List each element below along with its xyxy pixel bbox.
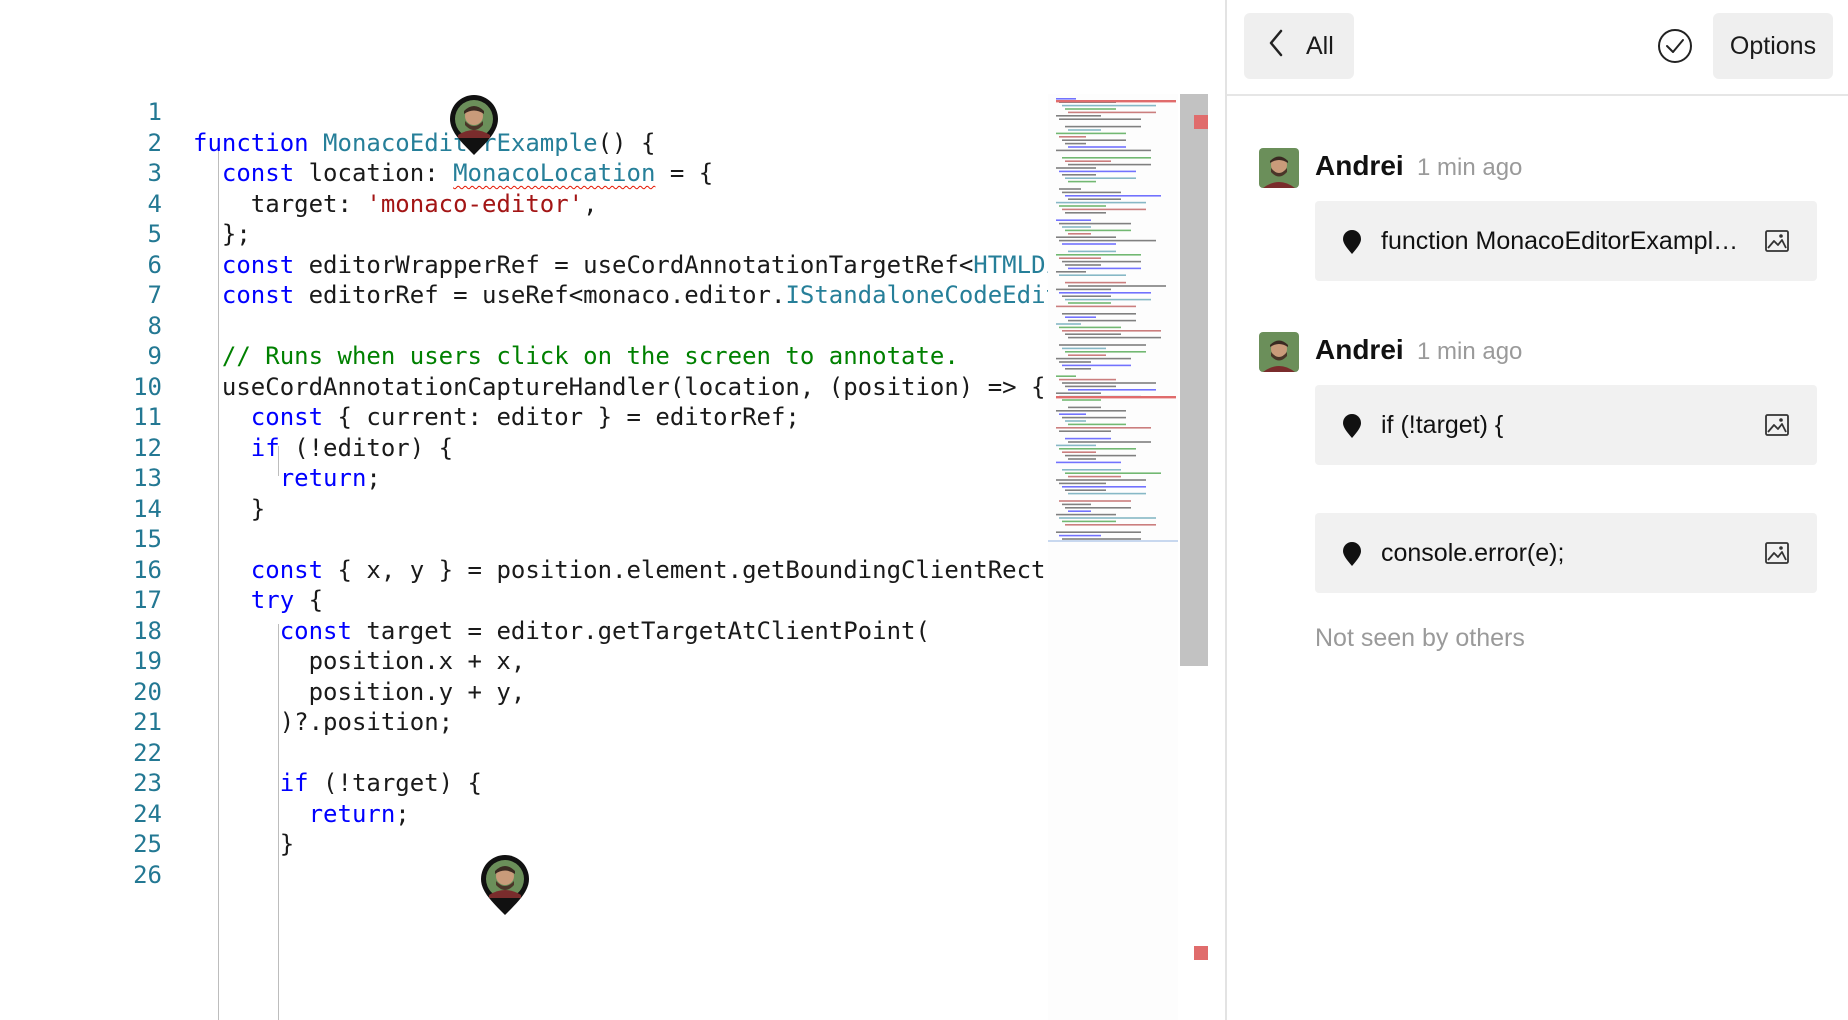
back-button-label: All	[1306, 31, 1334, 60]
code-token: )?.position;	[193, 708, 454, 736]
line-number: 26	[133, 860, 162, 889]
annotations-sidebar: All Options Andrei 1 min ago function Mona…	[1225, 0, 1848, 1020]
back-to-all-button[interactable]: All	[1244, 13, 1354, 79]
code-token: function	[193, 128, 309, 157]
code-token: HTMLDivElement	[973, 250, 1048, 279]
image-icon[interactable]	[1763, 539, 1791, 571]
comment-author: Andrei	[1315, 334, 1404, 365]
pin-icon	[1341, 413, 1363, 443]
comment-author: Andrei	[1315, 150, 1404, 181]
code-token: 'monaco-editor'	[366, 189, 584, 218]
annotation-snippet: if (!target) {	[1381, 410, 1504, 439]
code-token: MonacoLocation	[453, 159, 656, 187]
minimap-preview	[1048, 98, 1178, 542]
annotation-pin-avatar[interactable]	[479, 855, 531, 917]
code-token: ,	[583, 189, 598, 218]
code-token: return	[279, 464, 367, 492]
check-circle-icon[interactable]	[1655, 26, 1695, 66]
code-token: const	[221, 250, 295, 279]
error-marker[interactable]	[1194, 115, 1208, 129]
code-token: return	[308, 799, 396, 828]
avatar	[1259, 332, 1299, 372]
code-token: editorWrapperRef = useCordAnnotationTarg…	[294, 250, 974, 279]
annotation-reference[interactable]: if (!target) {	[1315, 385, 1817, 465]
comment-timestamp: 1 min ago	[1417, 154, 1523, 181]
minimap[interactable]	[1048, 94, 1178, 1020]
sidebar-header: All Options	[1227, 0, 1848, 96]
code-token: ;	[395, 799, 410, 828]
code-token: IStandaloneCodeEditor	[785, 281, 1048, 309]
chevron-left-icon	[1268, 29, 1284, 64]
comment-thread[interactable]: Andrei 1 min ago if (!target) { console.err…	[1227, 332, 1848, 618]
comment-timestamp: 1 min ago	[1417, 338, 1523, 365]
code-token: const	[279, 616, 352, 645]
code-editor[interactable]: 1 2 function MonacoEditorExample() {3 cons…	[0, 0, 1226, 1020]
seen-status: Not seen by others	[1315, 624, 1525, 652]
code-token: ;	[366, 464, 381, 492]
code-token: location:	[294, 159, 454, 187]
code-token: // Runs when users click on the screen t…	[193, 342, 959, 370]
options-button[interactable]: Options	[1713, 13, 1833, 79]
code-token: try	[250, 586, 295, 614]
code-token: (!target) {	[308, 769, 482, 797]
code-token: position.y + y,	[193, 677, 526, 706]
code-token: target = editor.getTargetAtClientPoint(	[351, 616, 930, 645]
code-token: }	[193, 830, 295, 858]
image-icon[interactable]	[1763, 227, 1791, 259]
pin-icon	[1341, 229, 1363, 259]
code-token: position.x + x,	[193, 647, 526, 675]
code-token: const	[221, 159, 295, 187]
code-token: useCordAnnotationCaptureHandler(location…	[193, 372, 1046, 401]
code-token: () {	[597, 128, 656, 157]
code-token: {	[294, 586, 324, 614]
annotation-pin-avatar[interactable]	[448, 95, 500, 157]
code-token: (!editor) {	[279, 433, 454, 462]
pin-icon	[1341, 541, 1363, 571]
annotation-snippet: console.error(e);	[1381, 538, 1565, 567]
code-token: { current: editor } = editorRef;	[323, 403, 800, 431]
annotation-reference[interactable]: console.error(e);	[1315, 513, 1817, 593]
annotation-snippet: function MonacoEditorExample() {	[1381, 226, 1741, 255]
code-token: = {	[655, 159, 714, 187]
code-token: if	[279, 769, 309, 797]
comment-thread[interactable]: Andrei 1 min ago function MonacoEditorExam…	[1227, 148, 1848, 306]
code-token: if	[250, 433, 280, 462]
code-token: const	[250, 403, 324, 431]
code-token: { x, y } = position.element.getBoundingC…	[323, 555, 1048, 584]
code-token: }	[193, 494, 266, 523]
code-token: const	[250, 555, 324, 584]
avatar	[1259, 148, 1299, 188]
code-token: target:	[193, 189, 367, 218]
error-marker[interactable]	[1194, 946, 1208, 960]
code-token: editorRef = useRef<monaco.editor.	[294, 281, 786, 309]
vertical-scrollbar[interactable]	[1180, 94, 1208, 666]
code-token: const	[221, 281, 295, 309]
annotation-reference[interactable]: function MonacoEditorExample() {	[1315, 201, 1817, 281]
code-token: };	[193, 220, 251, 248]
image-icon[interactable]	[1763, 411, 1791, 443]
